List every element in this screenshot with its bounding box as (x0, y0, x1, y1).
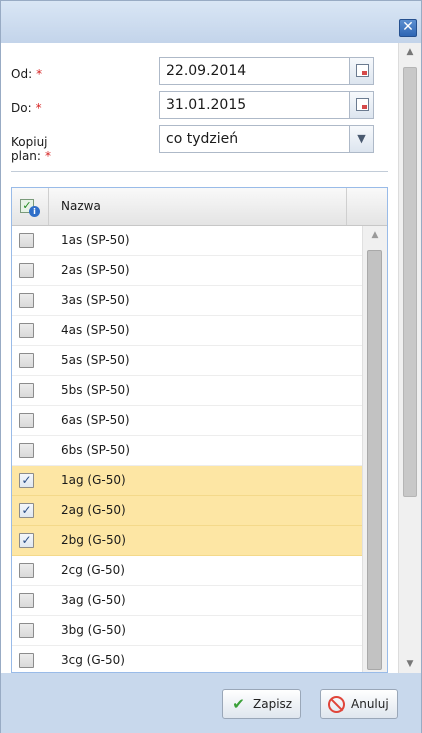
row-checkbox[interactable] (19, 413, 34, 428)
table-row[interactable]: ✓ 2bg (G-50) (12, 526, 362, 556)
table-row[interactable]: 5as (SP-50) (12, 346, 362, 376)
row-label: 4as (SP-50) (61, 323, 130, 337)
table-row[interactable]: 5bs (SP-50) (12, 376, 362, 406)
from-date-picker-button[interactable] (349, 58, 373, 84)
row-checkbox[interactable] (19, 653, 34, 668)
copy-plan-label: Kopiuj plan: * (11, 135, 51, 163)
row-label: 2cg (G-50) (61, 563, 125, 577)
dialog-scroll-thumb[interactable] (403, 67, 417, 497)
close-button[interactable]: ✕ (399, 19, 417, 37)
cancel-icon (328, 696, 345, 713)
row-checkbox[interactable] (19, 323, 34, 338)
select-all-header[interactable]: ✓ i (12, 188, 49, 225)
row-label: 1as (SP-50) (61, 233, 130, 247)
to-date-value: 31.01.2015 (166, 97, 247, 113)
row-checkbox[interactable]: ✓ (19, 533, 34, 548)
copy-plan-dialog: ✕ Od: * 22.09.2014 Do: * 31.01.2015 Kopiuj… (0, 0, 422, 733)
grid-scrollbar[interactable]: ▲ (362, 226, 387, 672)
grid-scroll-thumb[interactable] (367, 250, 382, 670)
row-checkbox[interactable] (19, 623, 34, 638)
row-checkbox[interactable] (19, 383, 34, 398)
copy-plan-select[interactable]: co tydzień ▼ (159, 125, 374, 153)
chevron-down-icon: ▼ (357, 132, 366, 145)
scroll-up-arrow-icon[interactable]: ▲ (399, 43, 421, 61)
table-row[interactable]: 6bs (SP-50) (12, 436, 362, 466)
row-checkbox[interactable] (19, 263, 34, 278)
to-date-picker-button[interactable] (349, 92, 373, 118)
row-checkbox[interactable] (19, 563, 34, 578)
form-divider (11, 171, 388, 172)
row-checkbox[interactable] (19, 593, 34, 608)
dialog-content: Od: * 22.09.2014 Do: * 31.01.2015 Kopiuj p… (1, 43, 396, 673)
calendar-icon (356, 98, 369, 111)
save-button[interactable]: ✔ Zapisz (222, 689, 302, 719)
scroll-up-arrow-icon[interactable]: ▲ (363, 226, 387, 244)
row-label: 1ag (G-50) (61, 473, 126, 487)
cancel-label: Anuluj (351, 697, 389, 711)
table-row[interactable]: ✓ 1ag (G-50) (12, 466, 362, 496)
row-checkbox[interactable] (19, 293, 34, 308)
to-label: Do: * (11, 101, 42, 115)
to-date-field[interactable]: 31.01.2015 (159, 91, 374, 119)
dialog-body: Od: * 22.09.2014 Do: * 31.01.2015 Kopiuj p… (1, 43, 421, 673)
row-label: 5bs (SP-50) (61, 383, 130, 397)
required-marker: * (44, 149, 51, 163)
cancel-button[interactable]: Anuluj (320, 689, 398, 719)
column-header-name[interactable]: Nazwa (49, 188, 347, 225)
row-label: 2ag (G-50) (61, 503, 126, 517)
grid-header: ✓ i Nazwa (12, 188, 387, 226)
dialog-titlebar: ✕ (1, 1, 421, 43)
copy-plan-dropdown-button[interactable]: ▼ (349, 126, 373, 152)
row-label: 5as (SP-50) (61, 353, 130, 367)
row-checkbox[interactable] (19, 443, 34, 458)
table-row[interactable]: ✓ 2ag (G-50) (12, 496, 362, 526)
calendar-icon (356, 64, 369, 77)
required-marker: * (36, 67, 43, 81)
row-label: 3bg (G-50) (61, 623, 126, 637)
table-row[interactable]: 3ag (G-50) (12, 586, 362, 616)
row-label: 3as (SP-50) (61, 293, 130, 307)
row-label: 6as (SP-50) (61, 413, 130, 427)
row-checkbox[interactable]: ✓ (19, 473, 34, 488)
save-label: Zapisz (253, 697, 293, 711)
table-row[interactable]: 2cg (G-50) (12, 556, 362, 586)
table-row[interactable]: 6as (SP-50) (12, 406, 362, 436)
row-checkbox[interactable] (19, 353, 34, 368)
dialog-footer: ✔ Zapisz Anuluj (1, 673, 421, 733)
row-label: 2as (SP-50) (61, 263, 130, 277)
from-date-field[interactable]: 22.09.2014 (159, 57, 374, 85)
dialog-scrollbar[interactable]: ▲ ▼ (398, 43, 421, 673)
required-marker: * (35, 101, 42, 115)
row-label: 3cg (G-50) (61, 653, 125, 667)
row-checkbox[interactable]: ✓ (19, 503, 34, 518)
scroll-down-arrow-icon[interactable]: ▼ (399, 655, 421, 673)
grid-rows: 1as (SP-50) 2as (SP-50) 3as (SP-50) 4as (SP… (12, 226, 362, 672)
table-row[interactable]: 3as (SP-50) (12, 286, 362, 316)
row-label: 6bs (SP-50) (61, 443, 130, 457)
row-label: 2bg (G-50) (61, 533, 126, 547)
row-label: 3ag (G-50) (61, 593, 126, 607)
table-row[interactable]: 3cg (G-50) (12, 646, 362, 672)
row-checkbox[interactable] (19, 233, 34, 248)
table-row[interactable]: 3bg (G-50) (12, 616, 362, 646)
table-row[interactable]: 2as (SP-50) (12, 256, 362, 286)
table-row[interactable]: 1as (SP-50) (12, 226, 362, 256)
info-icon: i (29, 206, 40, 217)
checkmark-icon: ✔ (232, 695, 245, 713)
groups-grid: ✓ i Nazwa 1as (SP-50) 2as (SP-50) 3as (SP-… (11, 187, 388, 673)
copy-plan-value: co tydzień (166, 131, 239, 147)
from-date-value: 22.09.2014 (166, 63, 247, 79)
from-label: Od: * (11, 67, 43, 81)
table-row[interactable]: 4as (SP-50) (12, 316, 362, 346)
close-icon: ✕ (402, 19, 414, 35)
